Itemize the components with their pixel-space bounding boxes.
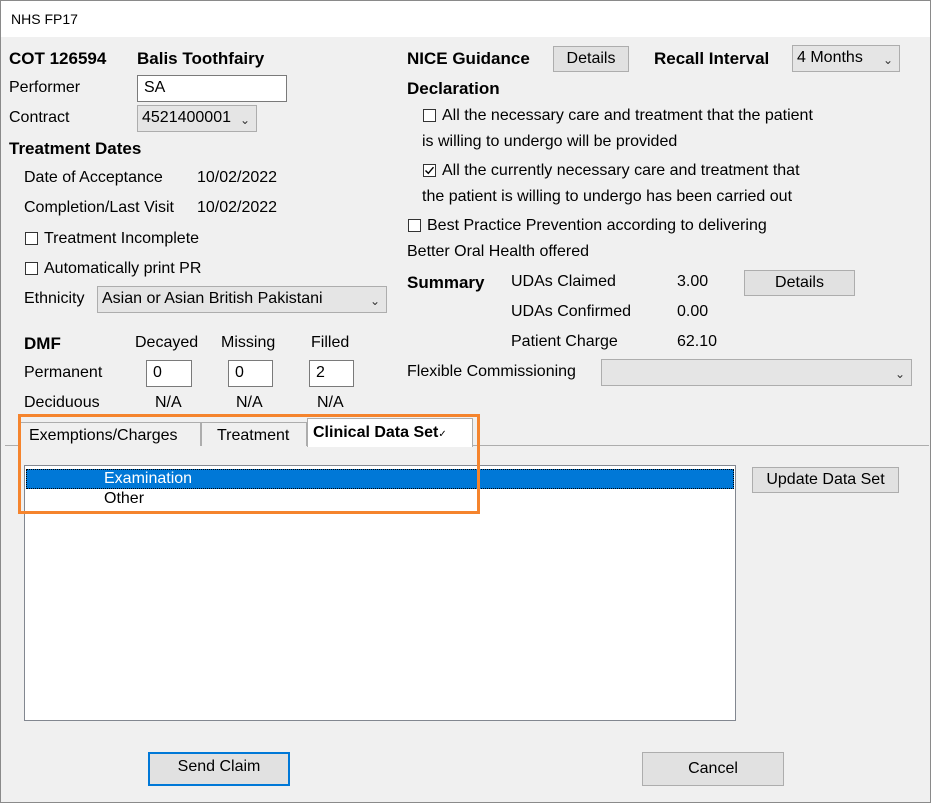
performer-input[interactable]: SA: [137, 75, 287, 102]
tab-exemptions-charges[interactable]: Exemptions/Charges: [18, 422, 201, 446]
patient-charge-value: 62.10: [677, 333, 717, 351]
udas-confirmed-value: 0.00: [677, 303, 708, 321]
ethnicity-label: Ethnicity: [24, 290, 84, 308]
cancel-button[interactable]: Cancel: [642, 752, 784, 786]
declaration-item2-line2: the patient is willing to undergo has be…: [422, 188, 792, 206]
list-item[interactable]: Other: [26, 489, 734, 509]
declaration-item1-line2: is willing to undergo will be provided: [422, 133, 677, 151]
chevron-down-icon: ⌄: [895, 364, 905, 384]
udas-claimed-label: UDAs Claimed: [511, 273, 616, 291]
window-title: NHS FP17: [11, 11, 78, 27]
acceptance-label: Date of Acceptance: [24, 169, 163, 187]
treatment-dates-heading: Treatment Dates: [9, 139, 141, 159]
recall-interval-label: Recall Interval: [654, 49, 769, 69]
tab-treatment[interactable]: Treatment: [201, 422, 307, 446]
dmf-col-decayed: Decayed: [135, 334, 198, 352]
tab-close-icon[interactable]: ✓: [438, 429, 446, 440]
dmf-col-missing: Missing: [221, 334, 275, 352]
chevron-down-icon: ⌄: [240, 110, 250, 130]
patient-name: Balis Toothfairy: [137, 49, 264, 69]
deciduous-label: Deciduous: [24, 394, 100, 412]
completion-label: Completion/Last Visit: [24, 199, 174, 217]
deciduous-filled: N/A: [317, 394, 344, 412]
summary-heading: Summary: [407, 273, 484, 293]
tab-clinical-data-set-label: Clinical Data Set: [313, 424, 438, 441]
flexible-commissioning-label: Flexible Commissioning: [407, 363, 576, 381]
update-data-set-button[interactable]: Update Data Set: [752, 467, 899, 493]
declaration-item2-checkbox[interactable]: [423, 164, 436, 177]
ethnicity-select[interactable]: Asian or Asian British Pakistani ⌄: [97, 286, 387, 313]
best-practice-checkbox[interactable]: [408, 219, 421, 232]
declaration-item1-checkbox[interactable]: [423, 109, 436, 122]
acceptance-value: 10/02/2022: [197, 169, 277, 187]
chevron-down-icon: ⌄: [370, 291, 380, 311]
permanent-decayed-input[interactable]: 0: [146, 360, 192, 387]
udas-confirmed-label: UDAs Confirmed: [511, 303, 631, 321]
title-bar: NHS FP17: [1, 1, 930, 37]
contract-value: 4521400001: [142, 109, 231, 126]
tab-clinical-data-set[interactable]: Clinical Data Set✓: [307, 418, 473, 447]
treatment-incomplete-label: Treatment Incomplete: [44, 230, 199, 248]
completion-value: 10/02/2022: [197, 199, 277, 217]
clinical-data-list[interactable]: Examination Other: [24, 465, 736, 721]
performer-label: Performer: [9, 79, 80, 97]
treatment-incomplete-checkbox[interactable]: [25, 232, 38, 245]
list-item[interactable]: Examination: [26, 469, 734, 489]
declaration-heading: Declaration: [407, 79, 500, 99]
chevron-down-icon: ⌄: [883, 50, 893, 70]
flexible-commissioning-select[interactable]: ⌄: [601, 359, 912, 386]
auto-print-checkbox[interactable]: [25, 262, 38, 275]
send-claim-button[interactable]: Send Claim: [148, 752, 290, 786]
contract-label: Contract: [9, 109, 69, 127]
permanent-label: Permanent: [24, 364, 102, 382]
permanent-filled-input[interactable]: 2: [309, 360, 354, 387]
nice-details-button[interactable]: Details: [553, 46, 629, 72]
recall-interval-select[interactable]: 4 Months ⌄: [792, 45, 900, 72]
auto-print-label: Automatically print PR: [44, 260, 201, 278]
checkmark-icon: [424, 165, 435, 176]
best-practice-line2: Better Oral Health offered: [407, 243, 589, 261]
deciduous-missing: N/A: [236, 394, 263, 412]
cot-label: COT 126594: [9, 49, 106, 69]
declaration-item1-line1: All the necessary care and treatment tha…: [442, 107, 813, 125]
patient-charge-label: Patient Charge: [511, 333, 618, 351]
dmf-col-filled: Filled: [311, 334, 349, 352]
dmf-heading: DMF: [24, 334, 61, 354]
declaration-item2-line1: All the currently necessary care and tre…: [442, 162, 800, 180]
permanent-missing-input[interactable]: 0: [228, 360, 273, 387]
summary-details-button[interactable]: Details: [744, 270, 855, 296]
contract-select[interactable]: 4521400001 ⌄: [137, 105, 257, 132]
deciduous-decayed: N/A: [155, 394, 182, 412]
best-practice-line1: Best Practice Prevention according to de…: [427, 217, 767, 235]
fp17-window: NHS FP17 COT 126594 Balis Toothfairy Per…: [0, 0, 931, 803]
nice-guidance-label: NICE Guidance: [407, 49, 530, 69]
udas-claimed-value: 3.00: [677, 273, 708, 291]
recall-interval-value: 4 Months: [797, 49, 863, 66]
ethnicity-value: Asian or Asian British Pakistani: [102, 290, 323, 307]
